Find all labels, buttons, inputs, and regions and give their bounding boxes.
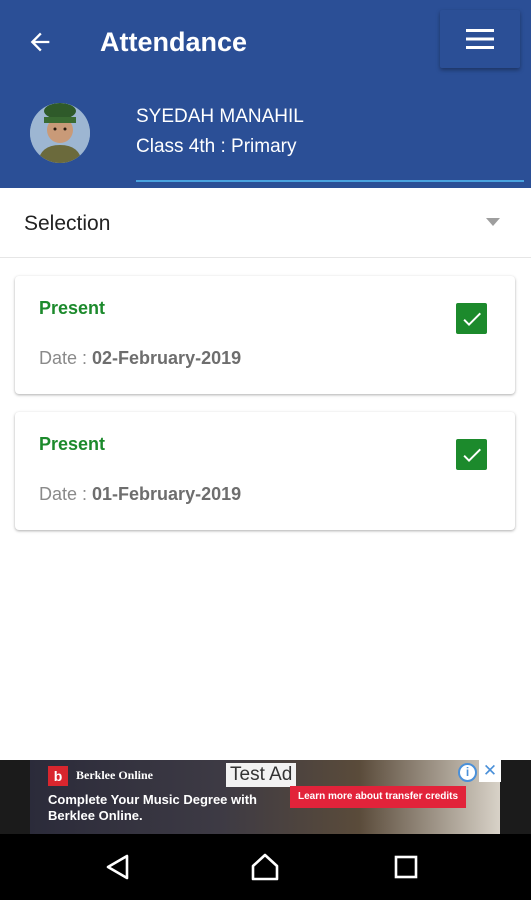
selection-label: Selection <box>24 212 111 235</box>
nav-back-button[interactable] <box>85 834 151 900</box>
attendance-date: Date : 01-February-2019 <box>39 484 241 505</box>
checkmark-icon <box>462 312 481 326</box>
date-value: 01-February-2019 <box>92 484 242 504</box>
attendance-status: Present <box>39 298 106 318</box>
arrow-left-icon <box>30 32 50 52</box>
student-avatar <box>30 103 90 163</box>
back-button[interactable] <box>20 22 60 62</box>
attendance-date: Date : 02-February-2019 <box>39 348 241 369</box>
menu-button[interactable] <box>440 10 520 68</box>
berklee-logo: b <box>48 766 68 786</box>
ad-headline: Complete Your Music Degree with Berklee … <box>48 792 258 823</box>
dropdown-caret-icon <box>486 218 500 226</box>
student-name: SYEDAH MANAHIL <box>136 106 304 127</box>
present-checkbox[interactable] <box>456 303 487 334</box>
date-label: Date : <box>39 484 93 504</box>
attendance-status: Present <box>39 434 106 454</box>
attendance-card: Present Date : 02-February-2019 <box>15 276 515 394</box>
attendance-card: Present Date : 01-February-2019 <box>15 412 515 530</box>
student-class: Class 4th : Primary <box>136 136 297 157</box>
selection-dropdown[interactable]: Selection <box>0 188 531 258</box>
present-checkbox[interactable] <box>456 439 487 470</box>
ad-brand: Berklee Online <box>76 768 153 782</box>
system-nav-bar <box>0 834 531 900</box>
hamburger-menu-icon <box>466 29 494 49</box>
nav-home-button[interactable] <box>232 834 298 900</box>
info-icon[interactable]: i <box>458 763 477 782</box>
checkmark-icon <box>462 448 481 462</box>
date-label: Date : <box>39 348 93 368</box>
nav-recents-icon <box>394 855 418 879</box>
nav-home-icon <box>251 853 279 881</box>
close-icon[interactable]: ✕ <box>479 760 501 782</box>
nav-back-icon <box>106 854 129 880</box>
nav-recents-button[interactable] <box>373 834 439 900</box>
ad-cta-button[interactable]: Learn more about transfer credits <box>290 786 467 808</box>
profile-underline <box>136 180 524 182</box>
test-ad-label: Test Ad <box>226 763 297 787</box>
app-bar: Attendance SYEDAH MANAHIL Class 4th : Pr… <box>0 0 531 188</box>
date-value: 02-February-2019 <box>92 348 242 368</box>
page-title: Attendance <box>100 27 248 57</box>
